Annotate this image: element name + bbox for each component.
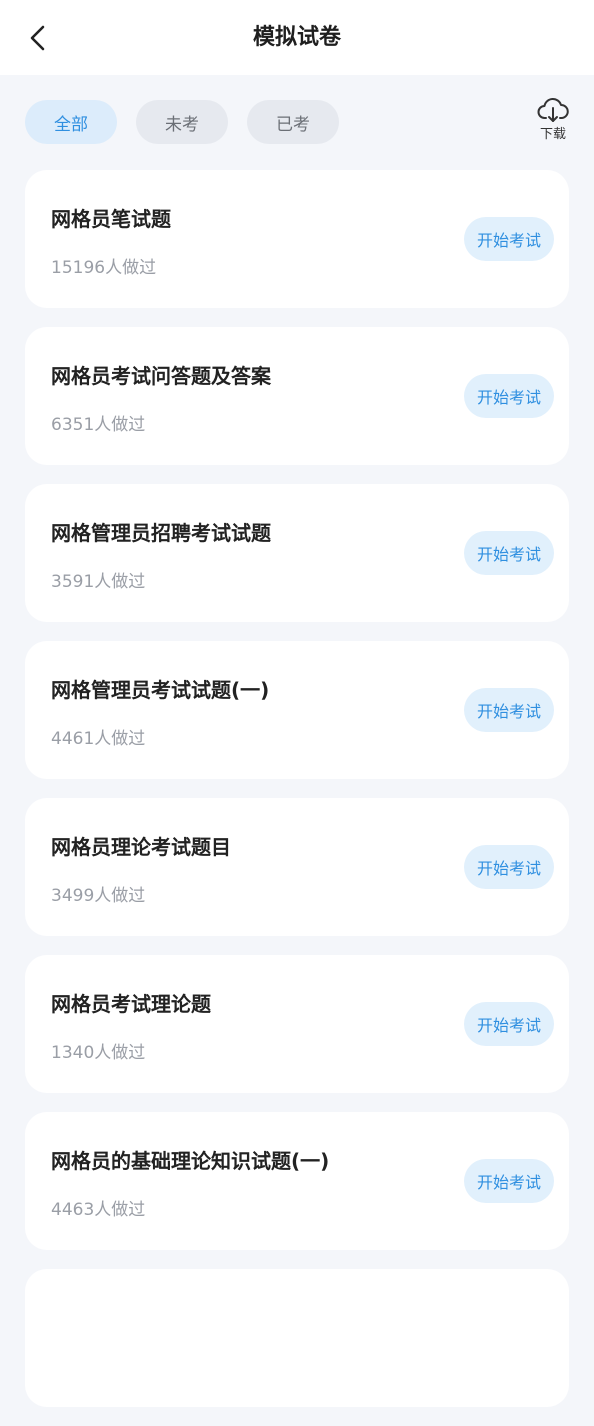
exam-title: 网格员考试理论题 (51, 992, 211, 1016)
exam-title: 网格员理论考试题目 (51, 835, 231, 859)
exam-card[interactable]: 网格员考试问答题及答案 6351人做过 开始考试 (25, 327, 569, 465)
exam-title: 网格管理员考试试题(一) (51, 678, 270, 702)
exam-card[interactable]: 网格员的基础理论知识试题(一) 4463人做过 开始考试 (25, 1112, 569, 1250)
exam-participant-count: 3591人做过 (51, 572, 146, 592)
filter-tab-not-taken[interactable]: 未考 (136, 100, 228, 144)
start-exam-button[interactable]: 开始考试 (464, 531, 554, 575)
exam-list: 网格员笔试题 15196人做过 开始考试 网格员考试问答题及答案 6351人做过… (25, 170, 569, 1426)
start-exam-button[interactable]: 开始考试 (464, 845, 554, 889)
filter-tab-all[interactable]: 全部 (25, 100, 117, 144)
top-bar: 模拟试卷 (0, 0, 594, 75)
download-label: 下载 (539, 127, 566, 142)
start-exam-button[interactable]: 开始考试 (464, 688, 554, 732)
exam-card[interactable]: 网格管理员招聘考试试题 3591人做过 开始考试 (25, 484, 569, 622)
exam-participant-count: 1340人做过 (51, 1043, 146, 1063)
exam-participant-count: 15196人做过 (51, 258, 157, 278)
page-title: 模拟试卷 (252, 25, 341, 50)
filter-tab-taken[interactable]: 已考 (247, 100, 339, 144)
exam-participant-count: 3499人做过 (51, 886, 146, 906)
start-exam-button[interactable]: 开始考试 (464, 1159, 554, 1203)
exam-title: 网格员的基础理论知识试题(一) (51, 1149, 330, 1173)
exam-title: 网格管理员招聘考试试题 (51, 521, 271, 545)
exam-card[interactable]: 网格员考试理论题 1340人做过 开始考试 (25, 955, 569, 1093)
exam-card[interactable]: 网格员理论考试题目 3499人做过 开始考试 (25, 798, 569, 936)
download-button[interactable]: 下载 (530, 97, 576, 151)
exam-card-partial[interactable] (25, 1269, 569, 1407)
filter-bar: 全部 未考 已考 下载 (0, 75, 594, 170)
exam-title: 网格员考试问答题及答案 (51, 364, 271, 388)
exam-participant-count: 6351人做过 (51, 415, 146, 435)
exam-card[interactable]: 网格管理员考试试题(一) 4461人做过 开始考试 (25, 641, 569, 779)
cloud-download-icon (537, 97, 569, 122)
exam-participant-count: 4463人做过 (51, 1200, 146, 1220)
start-exam-button[interactable]: 开始考试 (464, 217, 554, 261)
exam-card[interactable]: 网格员笔试题 15196人做过 开始考试 (25, 170, 569, 308)
exam-title: 网格员笔试题 (51, 207, 171, 231)
start-exam-button[interactable]: 开始考试 (464, 374, 554, 418)
start-exam-button[interactable]: 开始考试 (464, 1002, 554, 1046)
exam-participant-count: 4461人做过 (51, 729, 146, 749)
